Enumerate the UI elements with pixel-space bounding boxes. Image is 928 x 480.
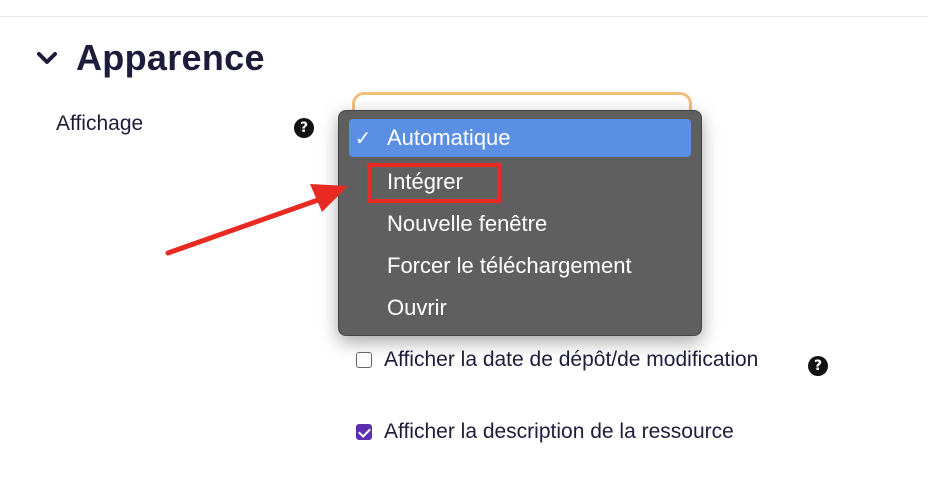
display-dropdown-menu: ✓ Automatique Intégrer Nouvelle fenêtre … xyxy=(338,110,702,336)
checkbox-label: Afficher la date de dépôt/de modificatio… xyxy=(384,348,759,371)
display-field-label: Affichage xyxy=(56,112,144,135)
question-circle-icon[interactable]: ? xyxy=(808,356,828,376)
option-nouvelle-fenetre[interactable]: Nouvelle fenêtre xyxy=(349,205,691,243)
checkbox-show-description[interactable] xyxy=(356,424,372,440)
checkbox-show-date[interactable] xyxy=(356,352,372,368)
option-label: Forcer le téléchargement xyxy=(387,253,632,278)
option-automatique[interactable]: ✓ Automatique xyxy=(349,119,691,157)
checkbox-row-show-date[interactable]: Afficher la date de dépôt/de modificatio… xyxy=(356,348,758,372)
section-header[interactable]: Apparence xyxy=(34,36,265,80)
section-title: Apparence xyxy=(76,37,265,78)
question-circle-icon[interactable]: ? xyxy=(294,118,314,138)
option-ouvrir[interactable]: Ouvrir xyxy=(349,289,691,327)
option-label: Automatique xyxy=(387,125,511,150)
option-label: Ouvrir xyxy=(387,295,447,320)
checkmark-icon: ✓ xyxy=(354,127,372,150)
option-forcer-telechargement[interactable]: Forcer le téléchargement xyxy=(349,247,691,285)
highlight-box xyxy=(367,163,501,203)
checkbox-row-show-description[interactable]: Afficher la description de la ressource xyxy=(356,420,734,444)
chevron-down-icon[interactable] xyxy=(34,45,60,71)
top-divider xyxy=(0,16,928,17)
checkbox-label: Afficher la description de la ressource xyxy=(384,420,734,443)
option-label: Nouvelle fenêtre xyxy=(387,211,548,236)
